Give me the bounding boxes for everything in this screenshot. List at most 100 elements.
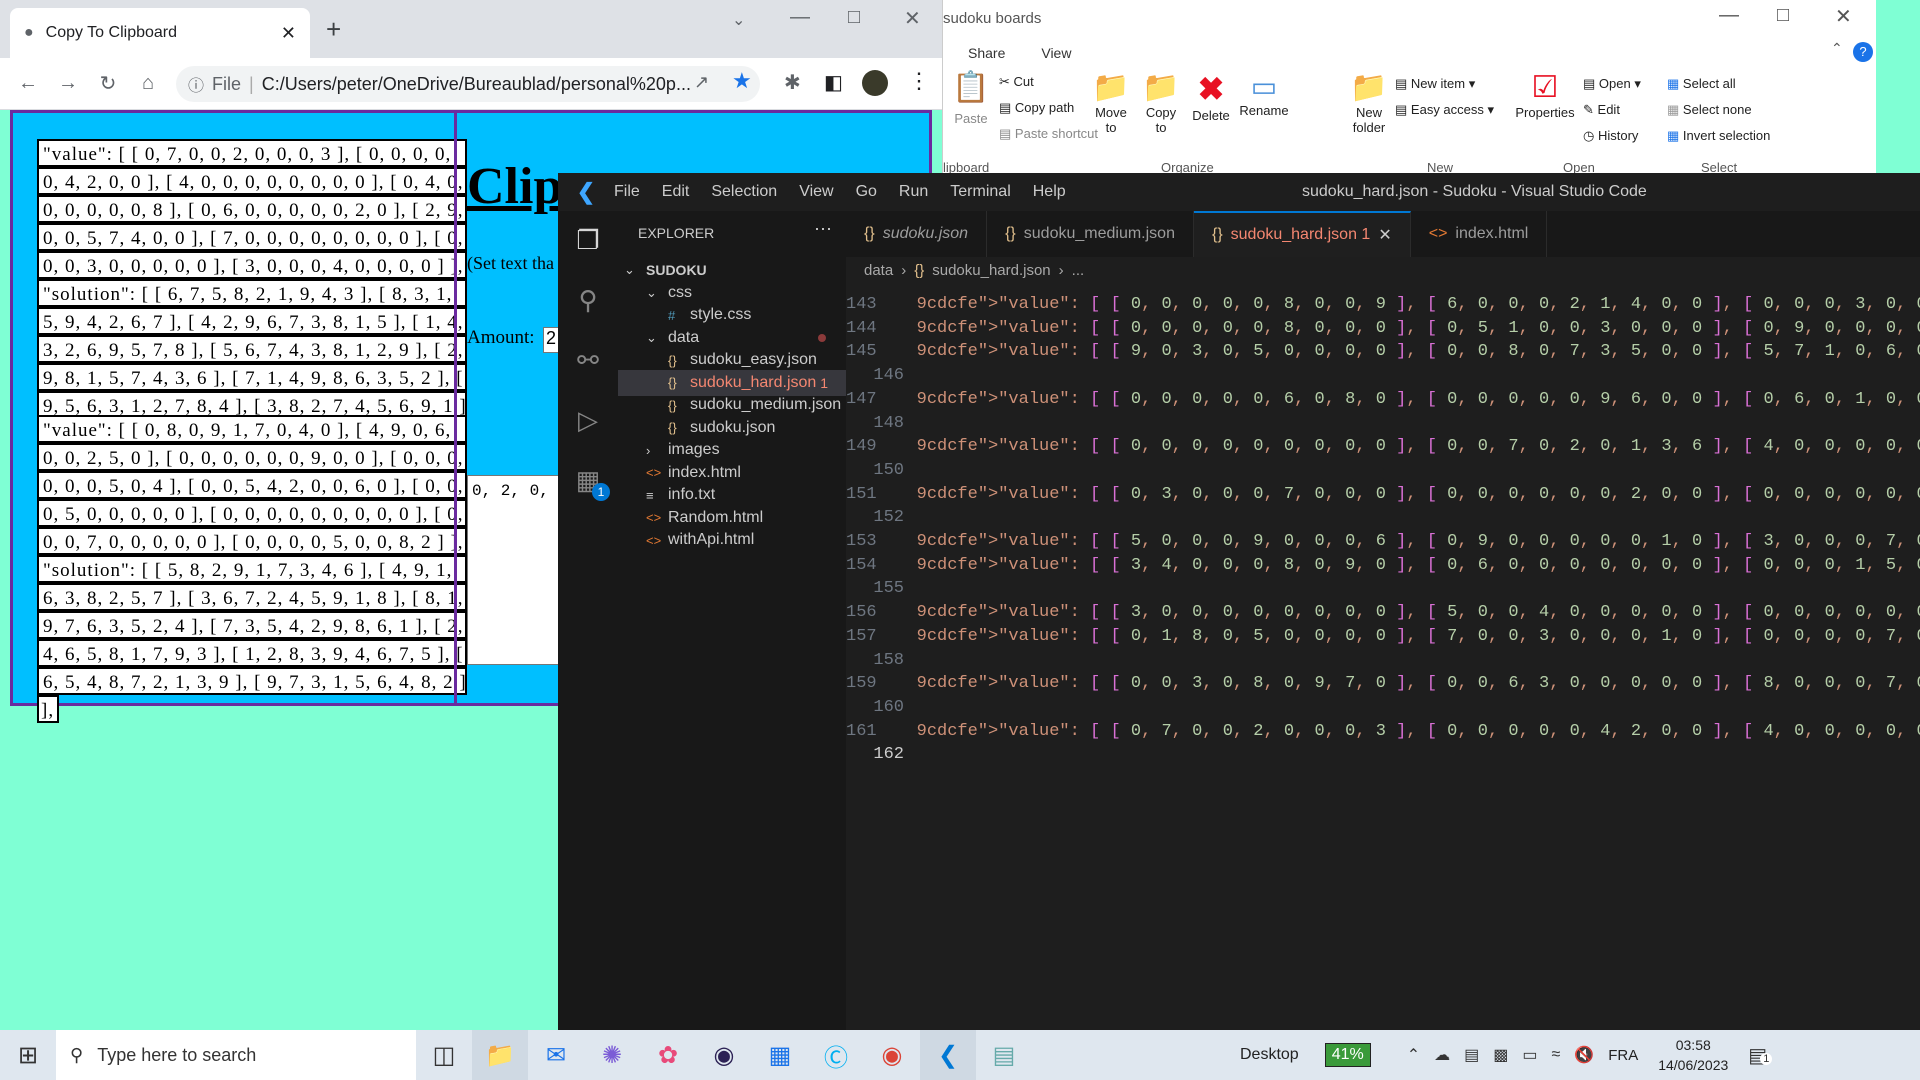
code-line: 155 [846,579,1920,603]
back-icon[interactable]: ← [8,72,48,95]
wifi-icon[interactable]: ≈ [1552,1046,1561,1064]
extensions-icon[interactable]: ✱ [784,70,801,95]
maximize-button[interactable]: □ [848,6,860,29]
explorer-maximize-button[interactable]: □ [1777,4,1789,27]
run-debug-icon[interactable]: ▷ [572,405,604,437]
taskbar-search[interactable]: ⚲ Type here to search [56,1030,416,1080]
avatar[interactable] [862,70,888,96]
chevron-up-icon[interactable]: ⌃ [1407,1045,1420,1065]
battery-indicator[interactable]: 41% [1324,1043,1371,1067]
edit-button[interactable]: ✎ Edit [1583,102,1620,118]
easy-access-button[interactable]: ▤ Easy access ▾ [1395,102,1494,118]
tab-search-icon[interactable]: ⌄ [732,10,745,30]
ribbon-tab-share[interactable]: Share [968,45,1005,61]
output-textarea[interactable]: 0, 2, 0, 8 [467,475,567,665]
move-to-button[interactable]: 📁 Move to [1089,70,1133,135]
invert-selection-button[interactable]: ▦ Invert selection [1667,128,1770,144]
address-bar[interactable]: ⓘ File | C:/Users/peter/OneDrive/Bureaub… [176,66,760,102]
cut-button[interactable]: ✂ Cut [999,74,1034,90]
close-window-button[interactable]: ✕ [904,6,921,31]
line-code: 9cdcfe">"value": [ [ 0, 0, 3, 0, 8, 0, 9… [916,674,1920,694]
volume-muted-icon[interactable]: 🔇 [1574,1045,1594,1065]
forward-icon[interactable]: → [48,72,88,95]
explorer-more-icon[interactable]: ⋯ [814,219,832,240]
select-all-button[interactable]: ▦ Select all [1667,76,1736,92]
select-none-button[interactable]: ▦ Select none [1667,102,1752,118]
menu-go[interactable]: Go [856,183,877,200]
menu-file[interactable]: File [614,183,640,200]
breadcrumb-symbol[interactable]: ... [1072,262,1085,279]
new-folder-button[interactable]: 📁 New folder [1347,70,1391,135]
share-icon[interactable]: ↗ [694,72,709,93]
json-line: 0, 0, 2, 5, 0 ], [ 0, 0, 0, 0, 0, 0, 9, … [37,443,467,471]
properties-button[interactable]: ☑ Properties [1513,70,1577,120]
reload-icon[interactable]: ↻ [88,71,128,96]
help-icon[interactable]: ? [1853,42,1873,62]
explorer-minimize-button[interactable]: — [1719,4,1739,27]
menu-view[interactable]: View [799,183,833,200]
eclipse-icon[interactable]: ◉ [696,1030,752,1080]
history-button[interactable]: ◷ History [1583,128,1638,144]
menu-run[interactable]: Run [899,183,928,200]
cloud-icon[interactable]: ☁ [1434,1045,1450,1065]
info-icon[interactable]: ⓘ [188,72,204,96]
new-tab-button[interactable]: + [326,14,341,45]
menu-help[interactable]: Help [1033,183,1066,200]
ribbon-tab-view[interactable]: View [1041,45,1071,61]
activity-bar: ❐ ⚲ ⚯ ▷ ▦ 1 [558,211,618,1030]
code-line: 158 [846,651,1920,675]
vscode-taskbar-icon[interactable]: ❮ [920,1030,976,1080]
menu-edit[interactable]: Edit [662,183,690,200]
source-control-icon[interactable]: ⚯ [572,345,604,377]
notifications-icon[interactable]: ▤ 1 [1748,1043,1773,1068]
chrome-icon[interactable]: ◉ [864,1030,920,1080]
delete-button[interactable]: ✖ Delete [1189,70,1233,123]
tab-sudoku-medium-json[interactable]: {} sudoku_medium.json [987,211,1194,257]
paste-shortcut-button[interactable]: ▤ Paste shortcut [999,126,1098,142]
close-tab-icon[interactable]: ✕ [1378,225,1391,245]
desktop-label[interactable]: Desktop [1240,1046,1299,1064]
copy-to-button[interactable]: 📁 Copy to [1139,70,1183,135]
network-icon[interactable]: ▩ [1493,1045,1508,1065]
browser-tab[interactable]: ● Copy To Clipboard ✕ [10,8,310,58]
notepad-icon[interactable]: ▤ [976,1030,1032,1080]
explorer-files-icon[interactable]: ❐ [572,225,604,257]
clock[interactable]: 03:58 14/06/2023 [1658,1035,1728,1075]
tree-item-label: data [668,328,700,346]
menu-terminal[interactable]: Terminal [950,183,1010,200]
windows-start-icon[interactable]: ⊞ [0,1030,56,1080]
breadcrumb-file[interactable]: sudoku_hard.json [932,262,1050,279]
menu-icon[interactable]: ⋮ [908,68,930,94]
calculator-icon[interactable]: ▦ [752,1030,808,1080]
tab-sudoku-json[interactable]: {} sudoku.json [846,211,988,257]
json-line: 0, 0, 3, 0, 0, 0, 0, 0 ], [ 3, 0, 0, 0, … [37,251,467,279]
tab-sudoku-hard-json-1[interactable]: {} sudoku_hard.json 1 ✕ [1193,211,1411,257]
tree-item-withapi-html[interactable]: <> withApi.html [618,527,846,553]
explorer-close-button[interactable]: ✕ [1835,4,1852,29]
rename-button[interactable]: ▭ Rename [1237,70,1291,118]
copy-path-button[interactable]: ▤ Copy path [999,100,1074,116]
close-tab-icon[interactable]: ✕ [281,23,296,44]
menu-selection[interactable]: Selection [711,183,777,200]
battery-icon[interactable]: ▭ [1522,1045,1537,1065]
mail-icon[interactable]: ✉ [528,1030,584,1080]
task-view-icon[interactable]: ◫ [416,1030,472,1080]
copilot-icon[interactable]: ✺ [584,1030,640,1080]
language-indicator[interactable]: FRA [1608,1047,1638,1064]
sidepanel-icon[interactable]: ◧ [824,70,843,95]
home-icon[interactable]: ⌂ [128,72,168,95]
file-explorer-taskbar-icon[interactable]: 📁 [472,1030,528,1080]
json-line: 5, 9, 4, 2, 6, 7 ], [ 4, 2, 9, 6, 7, 3, … [37,307,467,335]
skype-icon[interactable]: Ⓒ [808,1030,864,1080]
device-icon[interactable]: ▤ [1464,1045,1479,1065]
search-icon[interactable]: ⚲ [572,285,604,317]
bookmark-star-icon[interactable]: ★ [732,68,752,94]
paste-button[interactable]: 📋 Paste [951,70,991,126]
tab-index-html[interactable]: <> index.html [1411,211,1548,257]
minimize-button[interactable]: — [790,6,810,29]
snipping-icon[interactable]: ✿ [640,1030,696,1080]
open-button[interactable]: ▤ Open ▾ [1583,76,1641,92]
new-item-button[interactable]: ▤ New item ▾ [1395,76,1475,92]
breadcrumb-folder[interactable]: data [864,262,893,279]
collapse-ribbon-icon[interactable]: ⌃ [1831,40,1843,57]
